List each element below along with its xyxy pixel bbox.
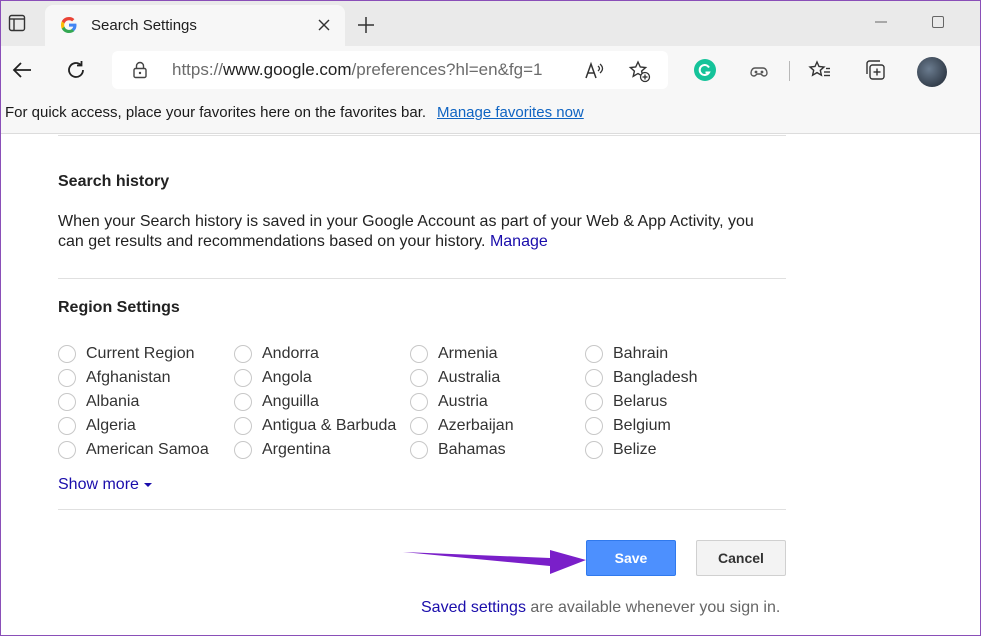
tab-actions-icon[interactable]: [6, 12, 28, 34]
radio-button[interactable]: [234, 441, 252, 459]
tab-search-settings[interactable]: Search Settings: [45, 5, 345, 46]
radio-button[interactable]: [410, 393, 428, 411]
new-tab-icon[interactable]: [355, 14, 377, 36]
tab-title: Search Settings: [91, 17, 197, 34]
favorites-bar-message: For quick access, place your favorites h…: [5, 104, 427, 121]
manage-history-link[interactable]: Manage: [490, 233, 548, 250]
region-option[interactable]: Anguilla: [234, 390, 319, 414]
saved-settings-link[interactable]: Saved settings: [421, 599, 526, 616]
favorites-bar: For quick access, place your favorites h…: [0, 94, 981, 134]
region-option[interactable]: Bangladesh: [585, 366, 698, 390]
region-option[interactable]: Belgium: [585, 414, 671, 438]
radio-button[interactable]: [234, 369, 252, 387]
radio-button[interactable]: [58, 393, 76, 411]
region-option[interactable]: Bahrain: [585, 342, 668, 366]
extension-icon[interactable]: [745, 56, 773, 84]
radio-button[interactable]: [410, 417, 428, 435]
radio-button[interactable]: [585, 417, 603, 435]
region-settings-heading: Region Settings: [58, 299, 180, 316]
region-option[interactable]: Austria: [410, 390, 488, 414]
cancel-button[interactable]: Cancel: [696, 540, 786, 576]
save-button[interactable]: Save: [586, 540, 676, 576]
region-option[interactable]: Angola: [234, 366, 312, 390]
manage-favorites-link[interactable]: Manage favorites now: [437, 104, 584, 121]
radio-button[interactable]: [58, 417, 76, 435]
region-option[interactable]: Azerbaijan: [410, 414, 514, 438]
divider: [58, 509, 786, 510]
refresh-icon[interactable]: [62, 56, 90, 84]
back-icon[interactable]: [8, 56, 36, 84]
region-option[interactable]: Argentina: [234, 438, 331, 462]
radio-button[interactable]: [58, 441, 76, 459]
region-option[interactable]: Andorra: [234, 342, 319, 366]
region-option[interactable]: Bahamas: [410, 438, 506, 462]
profile-avatar[interactable]: [917, 57, 947, 87]
region-option[interactable]: Current Region: [58, 342, 195, 366]
show-more-link[interactable]: Show more: [58, 476, 152, 494]
region-option[interactable]: Antigua & Barbuda: [234, 414, 396, 438]
radio-button[interactable]: [234, 345, 252, 363]
radio-button[interactable]: [234, 393, 252, 411]
grammarly-icon[interactable]: [691, 56, 719, 84]
maximize-icon[interactable]: [928, 12, 948, 32]
region-option[interactable]: Afghanistan: [58, 366, 171, 390]
radio-button[interactable]: [585, 393, 603, 411]
divider: [58, 135, 786, 136]
region-option[interactable]: Algeria: [58, 414, 136, 438]
lock-icon[interactable]: [130, 60, 150, 80]
search-history-description: When your Search history is saved in you…: [58, 213, 754, 250]
collections-icon[interactable]: [861, 56, 889, 84]
address-bar[interactable]: https://www.google.com/preferences?hl=en…: [112, 51, 668, 89]
region-option[interactable]: Australia: [410, 366, 500, 390]
radio-button[interactable]: [585, 345, 603, 363]
url-text: https://www.google.com/preferences?hl=en…: [172, 60, 543, 79]
radio-button[interactable]: [234, 417, 252, 435]
toolbar-divider: [789, 61, 790, 81]
region-option[interactable]: Albania: [58, 390, 139, 414]
google-favicon-icon: [61, 17, 77, 33]
radio-button[interactable]: [585, 369, 603, 387]
minimize-icon[interactable]: [871, 12, 891, 32]
divider: [58, 278, 786, 279]
caret-down-icon: [143, 482, 152, 487]
radio-button[interactable]: [58, 369, 76, 387]
region-option[interactable]: Belarus: [585, 390, 667, 414]
add-favorite-icon[interactable]: [626, 58, 652, 84]
favorites-icon[interactable]: [806, 56, 834, 84]
browser-toolbar: https://www.google.com/preferences?hl=en…: [0, 46, 981, 94]
read-aloud-icon[interactable]: [582, 59, 606, 83]
search-history-heading: Search history: [58, 173, 170, 190]
radio-button[interactable]: [410, 345, 428, 363]
region-option[interactable]: Belize: [585, 438, 657, 462]
radio-button[interactable]: [585, 441, 603, 459]
tab-strip: Search Settings: [0, 0, 981, 46]
region-option[interactable]: American Samoa: [58, 438, 209, 462]
footer-note: Saved settings are available whenever yo…: [421, 599, 781, 616]
radio-button[interactable]: [410, 369, 428, 387]
close-tab-icon[interactable]: [315, 16, 333, 34]
annotation-arrow-icon: [403, 550, 586, 574]
radio-button[interactable]: [58, 345, 76, 363]
region-option[interactable]: Armenia: [410, 342, 498, 366]
radio-button[interactable]: [410, 441, 428, 459]
